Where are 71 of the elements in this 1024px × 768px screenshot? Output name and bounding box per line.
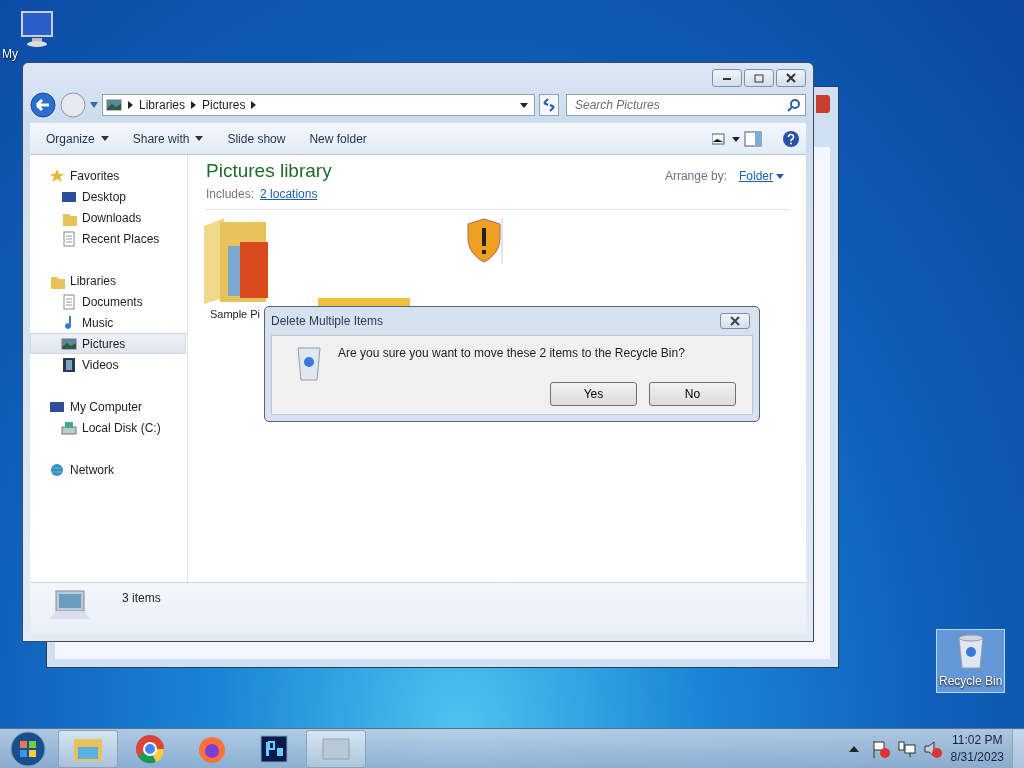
minimize-button[interactable] [712, 69, 742, 87]
chevron-icon[interactable] [251, 101, 257, 109]
nav-icon [61, 293, 77, 310]
nav-icon [61, 335, 77, 352]
pictures-icon [106, 97, 122, 113]
nav-item[interactable]: Favorites [30, 165, 186, 186]
close-button[interactable] [720, 313, 750, 329]
nav-item[interactable]: Documents [30, 291, 186, 312]
arrange-dropdown[interactable]: Folder [739, 167, 784, 185]
library-title: Pictures library [206, 161, 332, 182]
preview-pane-icon[interactable] [744, 130, 762, 147]
nav-item[interactable]: Libraries [30, 270, 186, 291]
dialog-button[interactable]: No [649, 382, 736, 406]
toolbar-button[interactable]: Slide show [217, 126, 296, 151]
shield-icon[interactable] [464, 217, 504, 264]
nav-icon [61, 419, 77, 436]
flag-icon[interactable] [870, 738, 891, 759]
recycle-bin-icon [294, 344, 324, 382]
caret-icon[interactable] [520, 102, 528, 108]
taskbar-clock[interactable]: 11:02 PM 8/31/2023 [942, 732, 1012, 765]
nav-item[interactable]: Local Disk (C:) [30, 417, 186, 438]
browser-icon [134, 732, 166, 765]
nav-icon [49, 461, 65, 478]
maximize-icon [751, 72, 767, 84]
dialog-button[interactable]: Yes [550, 382, 637, 406]
locations-link[interactable]: 2 locations [260, 184, 318, 203]
search-box[interactable]: Search Pictures [566, 94, 806, 116]
close-icon [783, 72, 799, 84]
includes-label: Includes: [206, 185, 255, 203]
close-button[interactable] [776, 69, 806, 87]
toolbar-button[interactable]: Organize [36, 126, 119, 151]
close-icon [729, 316, 741, 326]
nav-item[interactable]: Desktop [30, 186, 186, 207]
chevron-icon[interactable] [128, 101, 133, 109]
nav-icon [61, 230, 77, 247]
show-hidden-icons-icon[interactable] [848, 745, 859, 752]
icon-label[interactable]: My [2, 48, 18, 60]
view-icon[interactable] [712, 132, 740, 145]
breadcrumb-item[interactable]: Pictures [202, 96, 246, 114]
breadcrumb-item[interactable]: Libraries [139, 96, 186, 114]
item-count: 3 items [122, 590, 161, 607]
photo-editor-icon [258, 732, 290, 765]
speaker-icon[interactable] [922, 738, 943, 759]
nav-item[interactable]: Recent Places [30, 228, 186, 249]
nav-item[interactable]: Network [30, 459, 186, 480]
caret-icon [776, 173, 784, 179]
chevron-icon[interactable] [191, 101, 197, 109]
clock-date: 8/31/2023 [950, 748, 1004, 765]
nav-icon [49, 167, 65, 184]
nav-item[interactable]: Pictures [30, 333, 186, 354]
nav-item[interactable]: Downloads [30, 207, 186, 228]
refresh-icon[interactable] [539, 94, 559, 116]
network-icon[interactable] [896, 738, 917, 759]
arrange-label: Arrange by: [664, 168, 727, 185]
clock-time: 11:02 PM [951, 732, 1004, 749]
caret-icon [100, 136, 109, 141]
address-bar[interactable]: Libraries Pictures [102, 94, 535, 116]
search-field[interactable]: Search Pictures [573, 95, 787, 115]
toolbar-button[interactable]: Share with [122, 126, 214, 151]
toolbar-button[interactable]: New folder [299, 126, 377, 151]
caret-icon [195, 136, 204, 141]
dialog-message: Are you sure you want to move these 2 items to the Recycle Bin? [338, 345, 686, 362]
file-label[interactable]: Sample Pi [209, 305, 261, 323]
search-icon[interactable] [787, 98, 801, 112]
start-orb-icon[interactable] [8, 729, 48, 768]
dialog-title: Delete Multiple Items [271, 313, 384, 330]
nav-item[interactable]: My Computer [30, 396, 186, 417]
nav-icon [61, 356, 77, 373]
nav-item[interactable]: Music [30, 312, 186, 333]
help-icon[interactable] [782, 129, 800, 148]
nav-item[interactable]: Videos [30, 354, 186, 375]
